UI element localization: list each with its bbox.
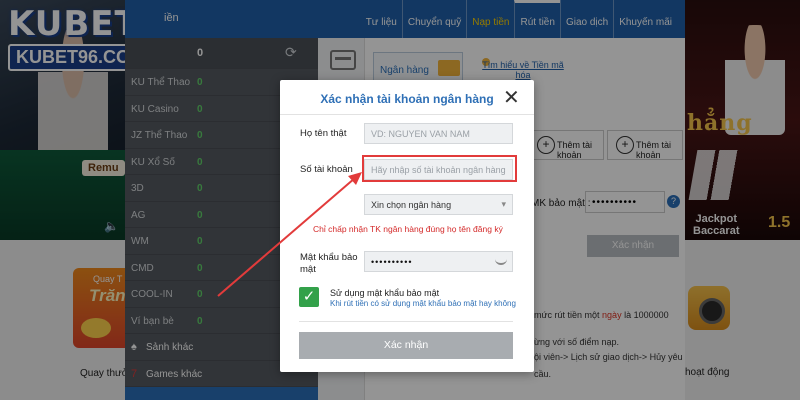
- name-label: Họ tên thật: [300, 128, 347, 139]
- close-icon[interactable]: ✕: [503, 88, 520, 108]
- submit-button[interactable]: Xác nhận: [299, 332, 513, 359]
- password-mask: ••••••••••: [371, 257, 413, 267]
- account-number-label: Số tài khoản: [300, 164, 353, 175]
- divider: [299, 321, 513, 322]
- real-name-field[interactable]: VD: NGUYEN VAN NAM: [364, 123, 513, 144]
- security-password-field[interactable]: ••••••••••: [364, 251, 513, 272]
- bank-account-modal: Xác nhận tài khoản ngân hàng ✕ Họ tên th…: [280, 80, 534, 372]
- divider: [280, 114, 534, 115]
- account-field-highlight: [362, 155, 517, 182]
- name-match-warning: Chỉ chấp nhận TK ngân hàng đúng họ tên đ…: [313, 224, 503, 234]
- use-password-label: Sử dụng mật khẩu bảo mật: [330, 288, 440, 298]
- bank-select[interactable]: Xin chọn ngân hàng: [364, 194, 513, 215]
- use-password-checkbox[interactable]: ✓: [299, 287, 319, 307]
- modal-title: Xác nhận tài khoản ngân hàng: [320, 92, 494, 106]
- eye-closed-icon[interactable]: [495, 257, 507, 265]
- use-password-hint: Khi rút tiền có sử dụng mật khẩu bảo mật…: [330, 299, 516, 308]
- security-password-label: Mật khẩu bảo mật: [300, 252, 358, 275]
